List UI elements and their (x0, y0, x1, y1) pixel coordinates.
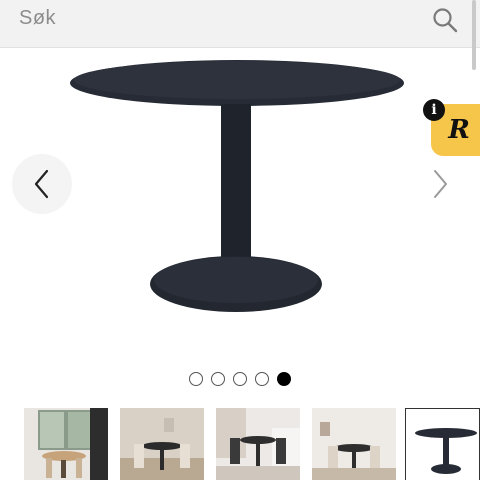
product-page: Søk R i (0, 0, 480, 480)
product-image[interactable] (60, 52, 420, 320)
thumbnail-table-product[interactable] (405, 408, 480, 480)
thumbnail-strip (0, 408, 480, 480)
thumbnail-dining-light[interactable] (312, 408, 396, 480)
search-icon[interactable] (432, 7, 458, 33)
next-image-button[interactable] (410, 154, 470, 214)
badge-letter: R (448, 115, 470, 145)
thumbnail-dining-grey[interactable] (216, 408, 300, 480)
chevron-right-icon (434, 170, 447, 198)
carousel-dots (189, 372, 291, 386)
carousel-dot[interactable] (211, 372, 225, 386)
thumbnail-dining-beige[interactable] (120, 408, 204, 480)
carousel-dot-active[interactable] (277, 372, 291, 386)
search-bar[interactable]: Søk (0, 0, 480, 48)
carousel-dot[interactable] (233, 372, 247, 386)
scrollbar[interactable] (472, 0, 476, 70)
chevron-left-icon (34, 169, 49, 199)
search-input[interactable]: Søk (19, 7, 56, 30)
info-icon[interactable]: i (423, 99, 445, 121)
carousel-dot[interactable] (255, 372, 269, 386)
carousel-dot[interactable] (189, 372, 203, 386)
previous-image-button[interactable] (12, 154, 72, 214)
thumbnail-room-window[interactable] (24, 408, 108, 480)
